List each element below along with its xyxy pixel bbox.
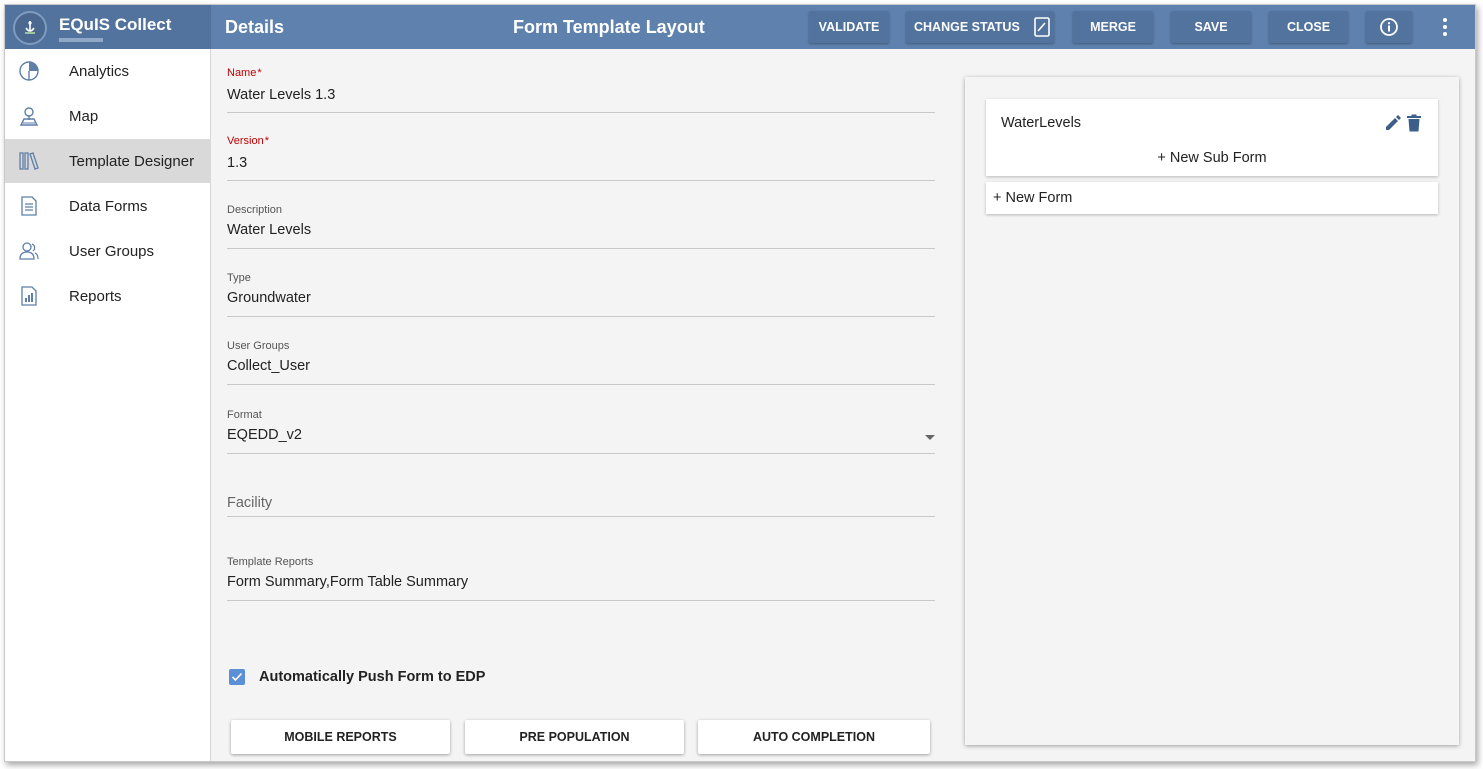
merge-button-label: MERGE [1090,20,1136,34]
user-groups-icon [18,240,40,262]
description-field-label: Description [227,204,283,216]
form-card[interactable]: WaterLevels + New Sub Form [986,99,1438,176]
app-subtitle-bar [59,38,103,42]
validate-button-label: VALIDATE [818,20,880,34]
check-icon [231,672,243,682]
section-title: Details [225,17,285,37]
name-field[interactable]: Name* Water Levels 1.3 [227,67,935,113]
version-field[interactable]: Version* 1.3 [227,135,935,181]
details-form: Name* Water Levels 1.3 Version* 1.3 Desc… [211,49,959,761]
new-sub-form-button[interactable]: + New Sub Form [986,150,1438,166]
template-reports-field[interactable]: Template Reports Form Summary,Form Table… [227,556,935,601]
page-title: Form Template Layout [513,17,705,37]
type-field[interactable]: Type Groundwater [227,272,935,317]
sidebar-item-map[interactable]: Map [5,94,211,138]
sidebar: Analytics Map Template Designer Data For… [5,49,211,761]
template-reports-field-label: Template Reports [227,556,314,568]
auto-completion-button-label: AUTO COMPLETION [753,730,875,744]
template-designer-icon [18,150,40,172]
sidebar-item-label: Analytics [69,62,130,80]
pre-population-button[interactable]: PRE POPULATION [465,720,684,754]
change-status-button-label: CHANGE STATUS [914,20,1020,34]
app-logo-icon[interactable] [13,11,47,45]
sidebar-item-label: Map [69,107,99,125]
chevron-down-icon[interactable] [925,435,935,440]
facility-field-placeholder: Facility [227,495,273,511]
sidebar-item-label: Data Forms [69,197,148,215]
data-forms-icon [18,195,40,217]
save-button[interactable]: SAVE [1171,11,1251,43]
format-field-label: Format [227,409,262,421]
sidebar-item-reports[interactable]: Reports [5,274,211,318]
reports-icon [18,285,40,307]
format-field-value: EQEDD_v2 [227,427,302,443]
auto-push-checkbox-row: Automatically Push Form to EDP [229,667,485,687]
mobile-reports-button-label: MOBILE REPORTS [284,730,397,744]
auto-push-checkbox[interactable] [229,669,245,685]
sidebar-item-label: User Groups [69,242,155,260]
validate-button[interactable]: VALIDATE [809,11,889,43]
sidebar-item-analytics[interactable]: Analytics [5,49,211,93]
new-form-label: + New Form [993,190,1073,206]
info-button[interactable] [1366,11,1412,43]
merge-button[interactable]: MERGE [1073,11,1153,43]
top-bar: EQuIS Collect Details Form Template Layo… [5,5,1475,49]
facility-field[interactable]: Facility [227,492,935,517]
info-icon [1379,17,1399,37]
close-button[interactable]: CLOSE [1269,11,1348,43]
analytics-icon [18,60,40,82]
format-select[interactable]: Format EQEDD_v2 [227,409,935,454]
sidebar-item-label: Reports [69,287,122,305]
form-card-actions [1384,114,1422,132]
sidebar-item-user-groups[interactable]: User Groups [5,229,211,273]
close-button-label: CLOSE [1286,20,1331,34]
type-field-value: Groundwater [227,290,311,306]
sidebar-item-template-designer[interactable]: Template Designer [5,139,211,183]
description-field-value: Water Levels [227,222,312,238]
brand: EQuIS Collect [5,5,211,49]
form-card-title: WaterLevels [1001,115,1082,131]
mobile-reports-button[interactable]: MOBILE REPORTS [231,720,450,754]
name-field-value: Water Levels 1.3 [227,87,336,103]
auto-completion-button[interactable]: AUTO COMPLETION [698,720,930,754]
version-field-value: 1.3 [227,155,248,171]
version-field-label: Version* [227,135,269,147]
auto-push-label: Automatically Push Form to EDP [259,669,486,685]
user-groups-field-value: Collect_User [227,358,310,374]
sidebar-item-label: Template Designer [69,152,195,170]
user-groups-field-label: User Groups [227,340,290,352]
type-field-label: Type [227,272,251,284]
change-status-button[interactable]: CHANGE STATUS [906,11,1054,43]
pre-population-button-label: PRE POPULATION [519,730,630,744]
user-groups-field[interactable]: User Groups Collect_User [227,340,935,385]
app-window: EQuIS Collect Details Form Template Layo… [4,4,1476,762]
delete-icon[interactable] [1406,114,1422,132]
new-form-button[interactable]: + New Form [986,182,1438,214]
form-layout-panel: WaterLevels + New Sub Form + New Form [965,77,1459,745]
description-field[interactable]: Description Water Levels [227,204,935,249]
sidebar-item-data-forms[interactable]: Data Forms [5,184,211,228]
change-status-icon [1033,17,1050,37]
edit-icon[interactable] [1384,114,1402,132]
map-icon [18,105,40,127]
save-button-label: SAVE [1194,20,1228,34]
template-reports-field-value: Form Summary,Form Table Summary [227,574,469,590]
name-field-label: Name* [227,67,262,79]
app-title: EQuIS Collect [59,15,172,34]
more-vert-icon[interactable] [1437,15,1453,39]
